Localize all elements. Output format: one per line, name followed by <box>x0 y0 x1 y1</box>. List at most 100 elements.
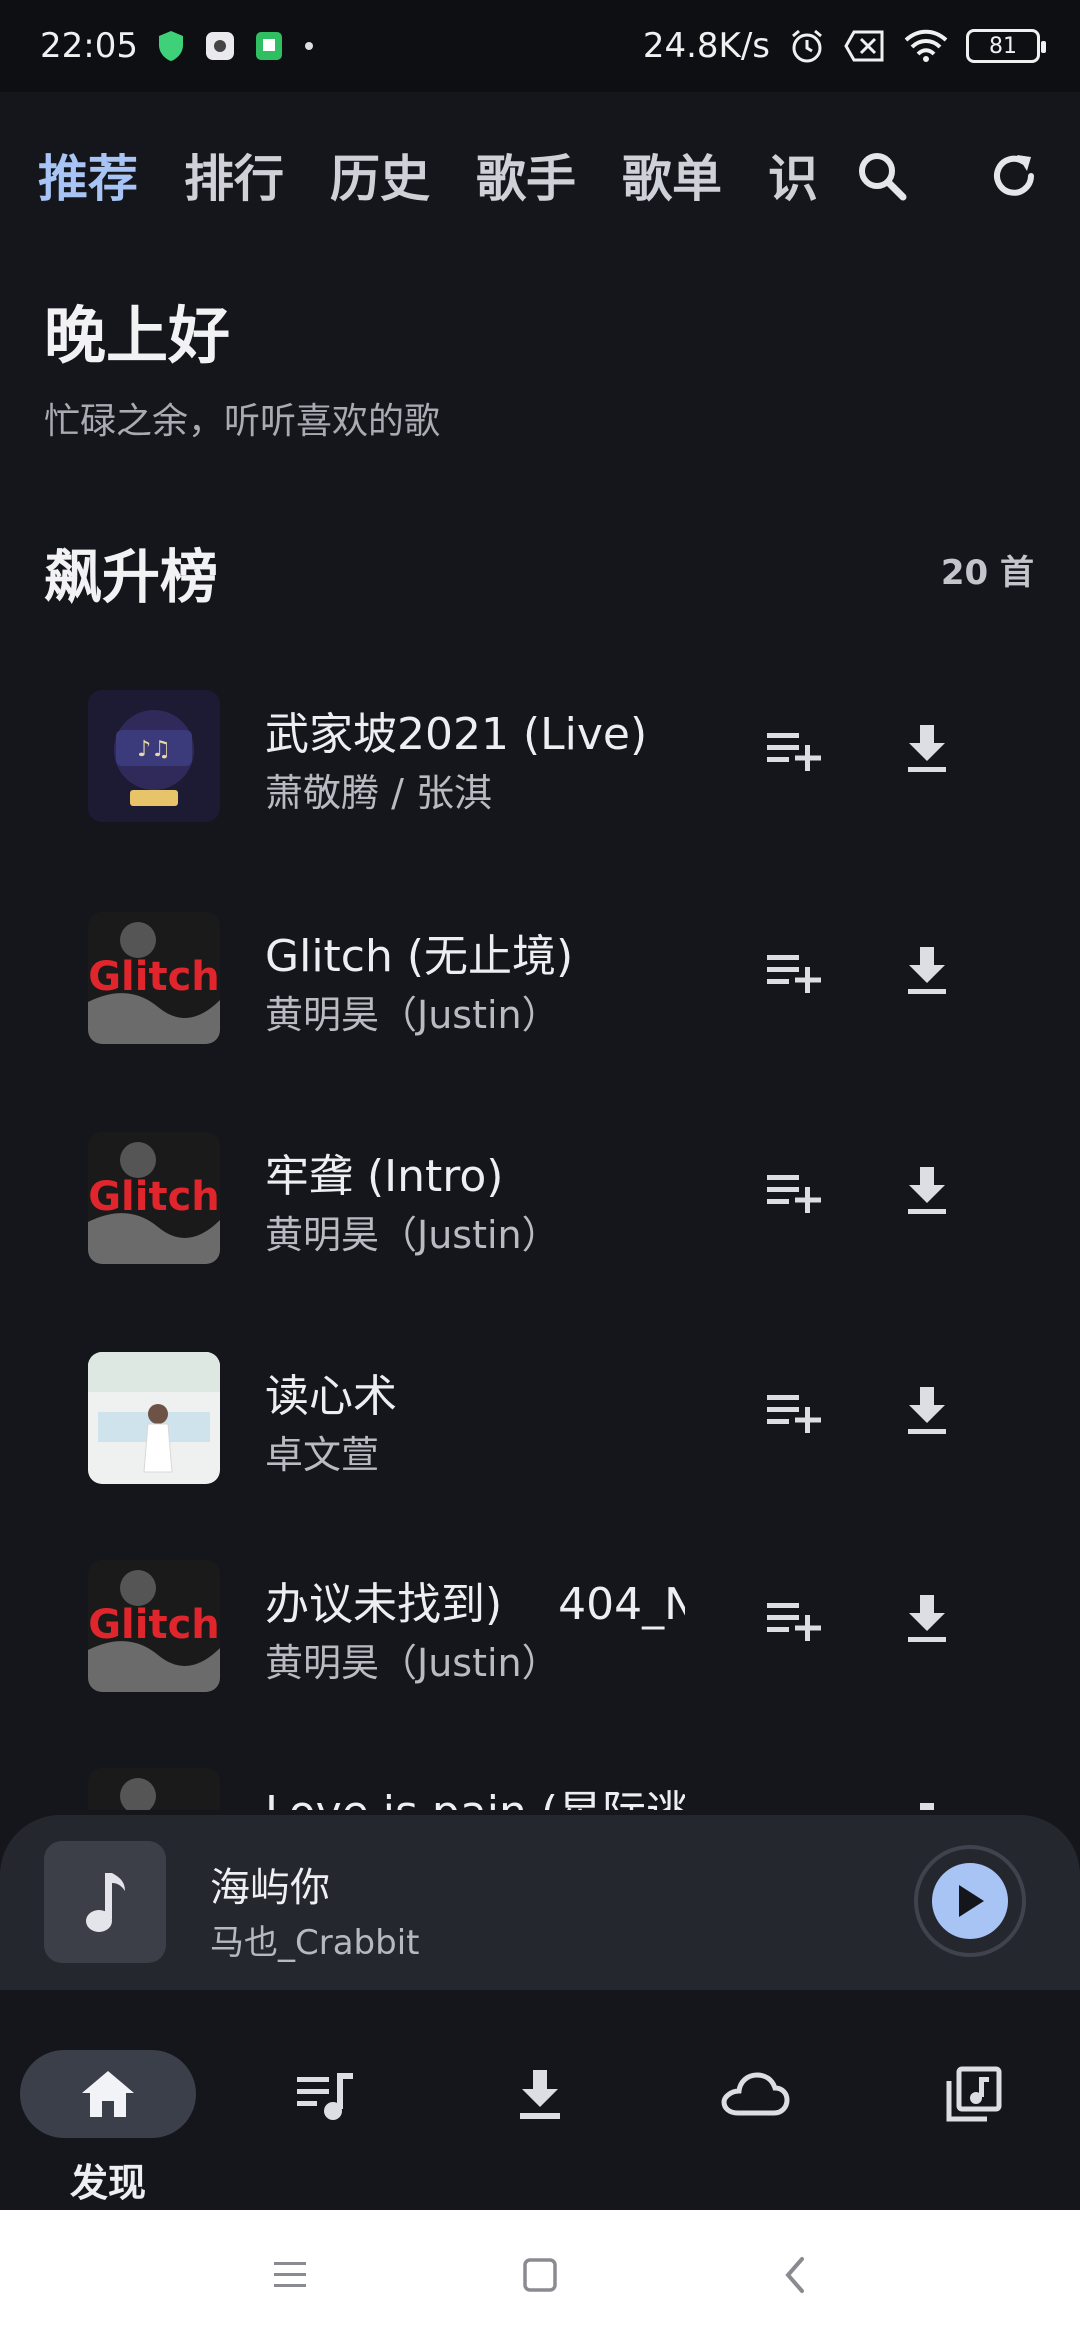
tab-recognize[interactable]: 识 <box>768 139 818 211</box>
play-button-inner <box>932 1863 1008 1939</box>
song-row[interactable]: Glitch Glitch (无止境) 黄明昊（Justin） <box>0 892 1080 1072</box>
nav-discover[interactable]: 发现 <box>0 2020 196 2205</box>
play-icon <box>959 1885 984 1917</box>
tab-ranking[interactable]: 排行 <box>184 139 284 211</box>
download-button[interactable] <box>896 716 958 782</box>
playlist-add-icon <box>767 1603 821 1641</box>
system-navigation-bar <box>0 2210 1080 2340</box>
svg-text:♪♫: ♪♫ <box>137 737 171 762</box>
recents-button[interactable] <box>260 2250 320 2300</box>
greeting-subtitle: 忙碌之余，听听喜欢的歌 <box>44 401 441 442</box>
tab-playlists[interactable]: 歌单 <box>622 139 722 211</box>
album-cover <box>88 1352 220 1484</box>
menu-icon <box>274 2262 306 2287</box>
alarm-icon <box>788 27 826 65</box>
download-icon <box>908 1387 946 1434</box>
refresh-button[interactable] <box>982 144 1046 208</box>
download-button[interactable] <box>896 1378 958 1444</box>
song-row[interactable]: ♪♫ 武家坡2021 (Live) 萧敬腾 / 张淇 <box>0 670 1080 850</box>
svg-text:Glitch: Glitch <box>88 1602 220 1648</box>
add-to-queue-button[interactable] <box>764 942 826 1004</box>
song-artist: 黄明昊（Justin） <box>265 1641 560 1685</box>
square-icon <box>523 2258 557 2292</box>
network-speed: 24.8K/s <box>642 26 770 66</box>
download-icon <box>908 947 946 994</box>
status-bar: 22:05 24.8K/s 81 <box>0 0 1080 92</box>
download-icon <box>520 2070 560 2119</box>
album-cover: Glitch <box>88 1768 220 1810</box>
chevron-left-icon <box>785 2257 804 2293</box>
song-title: 读心术 <box>265 1371 397 1422</box>
tab-history[interactable]: 历史 <box>330 139 430 211</box>
svg-text:Glitch: Glitch <box>88 954 220 1000</box>
section-count: 20 首 <box>940 553 1034 593</box>
download-icon <box>908 1595 946 1642</box>
song-row[interactable]: Glitch 办议未找到) 404_N 黄明昊（Justin） <box>0 1540 1080 1720</box>
nav-cloud[interactable] <box>720 2060 790 2130</box>
song-artist: 黄明昊（Justin） <box>265 993 560 1037</box>
home-system-button[interactable] <box>510 2250 570 2300</box>
svg-text:Glitch: Glitch <box>88 1174 220 1220</box>
album-cover: Glitch <box>88 1560 220 1692</box>
download-button[interactable] <box>896 1158 958 1224</box>
music-library-icon <box>946 2066 1002 2122</box>
app-notification-icon <box>204 30 236 62</box>
download-icon <box>908 725 946 772</box>
tab-artists[interactable]: 歌手 <box>476 139 576 211</box>
search-icon <box>859 153 907 201</box>
download-button[interactable] <box>896 1794 958 1810</box>
shield-icon <box>156 29 186 63</box>
album-cover: ♪♫ <box>88 690 220 822</box>
category-tabs: 推荐 排行 历史 歌手 歌单 识 <box>0 139 820 211</box>
cloud-icon <box>721 2072 790 2116</box>
tab-recommend[interactable]: 推荐 <box>38 139 138 211</box>
refresh-icon <box>994 155 1034 196</box>
nav-library[interactable] <box>938 2060 1008 2130</box>
song-row[interactable]: Glitch Love is pain (星际逃 <box>0 1748 1080 1810</box>
home-icon <box>82 2071 134 2117</box>
add-to-queue-button[interactable] <box>764 1382 826 1444</box>
status-time: 22:05 <box>40 26 138 66</box>
back-button[interactable] <box>765 2250 825 2300</box>
play-button[interactable] <box>914 1845 1026 1957</box>
now-playing-title: 海屿你 <box>210 1865 330 1911</box>
song-artist: 萧敬腾 / 张淇 <box>265 771 492 815</box>
nav-downloads[interactable] <box>505 2060 575 2130</box>
music-note-icon <box>86 1873 125 1932</box>
queue-music-icon <box>297 2073 353 2120</box>
song-title: 办议未找到) 404_N <box>265 1579 685 1630</box>
download-icon <box>920 1803 934 1810</box>
search-button[interactable] <box>850 144 914 208</box>
song-list: ♪♫ 武家坡2021 (Live) 萧敬腾 / 张淇 Glitch Glitch… <box>0 660 1080 1810</box>
now-playing-artist: 马也_Crabbit <box>210 1923 420 1963</box>
bottom-navigation: 发现 <box>0 1990 1080 2210</box>
mini-player[interactable]: 海屿你 马也_Crabbit <box>0 1815 1080 1990</box>
download-button[interactable] <box>896 938 958 1004</box>
song-title: Love is pain (星际逃 <box>265 1776 685 1810</box>
battery-indicator: 81 <box>966 29 1046 63</box>
wifi-icon <box>904 29 948 63</box>
more-notifications-dot-icon <box>302 39 316 53</box>
song-row[interactable]: 读心术 卓文萱 <box>0 1332 1080 1512</box>
song-artist: 卓文萱 <box>265 1433 380 1477</box>
greeting-title: 晚上好 <box>44 299 231 372</box>
add-to-queue-button[interactable] <box>764 1162 826 1224</box>
song-title: 牢聋 (Intro) <box>265 1151 504 1202</box>
add-to-queue-button[interactable] <box>764 1590 826 1652</box>
section-title: 飙升榜 <box>44 543 219 611</box>
playlist-add-icon <box>767 1395 821 1433</box>
nav-playlist[interactable] <box>290 2060 360 2130</box>
song-title: Glitch (无止境) <box>265 931 574 982</box>
download-button[interactable] <box>896 1586 958 1652</box>
sim-blocked-icon <box>844 29 886 63</box>
song-row[interactable]: Glitch 牢聋 (Intro) 黄明昊（Justin） <box>0 1112 1080 1292</box>
add-to-queue-button[interactable] <box>764 720 826 782</box>
download-icon <box>908 1167 946 1214</box>
album-cover: Glitch <box>88 912 220 1044</box>
top-navigation: 推荐 排行 历史 歌手 歌单 识 <box>0 130 1080 220</box>
add-to-queue-button[interactable] <box>764 1798 826 1810</box>
nav-discover-label: 发现 <box>70 2161 147 2205</box>
playlist-add-icon <box>767 1807 823 1810</box>
playlist-add-icon <box>767 733 821 771</box>
playlist-add-icon <box>767 955 821 993</box>
